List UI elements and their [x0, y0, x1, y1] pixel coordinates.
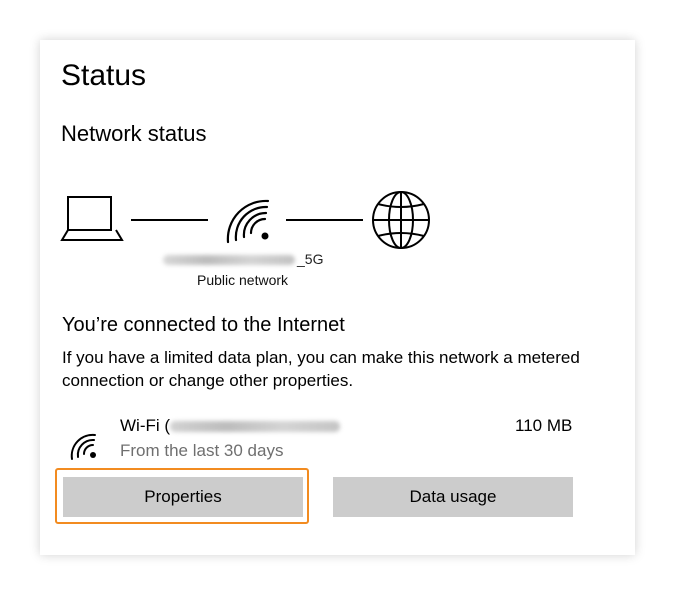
connection-description: If you have a limited data plan, you can…	[62, 348, 580, 390]
properties-button[interactable]: Properties	[63, 477, 303, 517]
redacted-wifi-name	[170, 421, 341, 433]
section-title: Network status	[61, 121, 207, 146]
laptop-icon	[60, 196, 124, 241]
wifi-connection-name: Wi-Fi (	[120, 416, 341, 436]
network-name-suffix: _5G	[297, 251, 324, 267]
globe-icon	[372, 191, 430, 249]
wifi-icon	[226, 199, 270, 244]
wifi-icon	[67, 426, 103, 467]
wifi-prefix: Wi-Fi (	[120, 416, 171, 435]
network-name: _5G	[163, 251, 363, 267]
wifi-usage: 110 MB	[515, 416, 573, 435]
wifi-icon-small	[70, 433, 96, 460]
data-usage-button[interactable]: Data usage	[333, 477, 573, 517]
network-diagram-graphic	[60, 191, 430, 249]
network-diagram	[58, 180, 438, 255]
redacted-network-name	[163, 255, 295, 266]
status-panel: Status Network status _5G Public network…	[40, 40, 635, 555]
network-type: Public network	[197, 272, 289, 288]
page-title: Status	[61, 59, 147, 92]
connection-status: You’re connected to the Internet	[62, 314, 345, 336]
wifi-period: From the last 30 days	[120, 441, 284, 460]
